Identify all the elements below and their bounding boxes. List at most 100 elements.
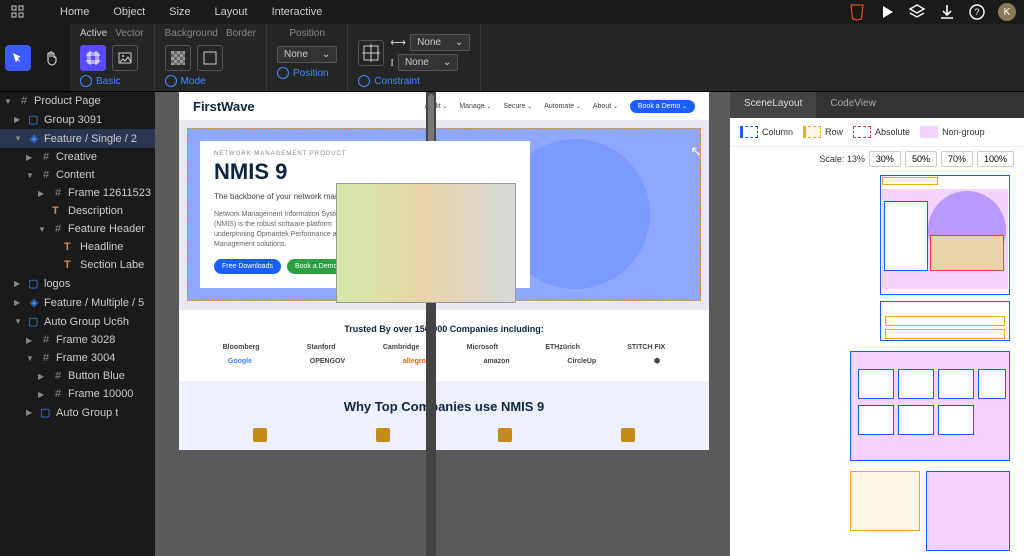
layer-row[interactable]: ▶▢Group 3091 xyxy=(0,110,155,129)
why-feature-icon xyxy=(498,428,512,442)
scale-70[interactable]: 70% xyxy=(941,151,973,167)
toolbar-foot-position: Position xyxy=(293,68,329,79)
app-logo-icon[interactable] xyxy=(8,2,28,22)
play-icon[interactable] xyxy=(878,3,896,21)
tab-scenelayout[interactable]: SceneLayout xyxy=(730,92,816,118)
company-logo: allegro xyxy=(403,358,426,365)
minimap[interactable] xyxy=(730,171,1024,556)
why-feature-icon xyxy=(621,428,635,442)
layer-row[interactable]: ▶#Frame 3028 xyxy=(0,331,155,349)
menu-interactive[interactable]: Interactive xyxy=(260,2,335,22)
hero-section[interactable]: NETWORK MANAGEMENT PRODUCT NMIS 9 The ba… xyxy=(187,128,701,301)
toolbar-foot-mode: Mode xyxy=(181,76,206,87)
layer-row[interactable]: THeadline xyxy=(0,238,155,256)
company-logo: CircleUp xyxy=(567,358,596,365)
nav-automate[interactable]: Automate xyxy=(544,103,581,110)
nav-about[interactable]: About xyxy=(593,103,618,110)
help-icon[interactable]: ? xyxy=(968,3,986,21)
toolbar-head-border[interactable]: Border xyxy=(226,28,256,41)
layer-row[interactable]: TDescription xyxy=(0,202,155,220)
layer-row[interactable]: ▼#Content xyxy=(0,166,155,184)
canvas[interactable]: FirstWave Audit Manage Secure Automate A… xyxy=(155,92,730,556)
hero-download-button[interactable]: Free Downloads xyxy=(214,259,281,274)
download-icon[interactable] xyxy=(938,3,956,21)
why-feature-icon xyxy=(253,428,267,442)
text-icon: I xyxy=(390,57,394,69)
constraint-grid-icon[interactable] xyxy=(358,40,384,66)
company-logo: ⬢ xyxy=(654,357,660,365)
page-header: FirstWave Audit Manage Secure Automate A… xyxy=(179,92,709,120)
fill-solid-icon[interactable] xyxy=(165,45,191,71)
scale-label: Scale: 13% xyxy=(819,154,865,164)
menubar: Home Object Size Layout Interactive ? K xyxy=(0,0,1024,24)
scale-30[interactable]: 30% xyxy=(869,151,901,167)
menu-home[interactable]: Home xyxy=(48,2,101,22)
user-avatar[interactable]: K xyxy=(998,3,1016,21)
legend-nongroup-swatch xyxy=(920,126,938,138)
toolbar-head-background[interactable]: Background xyxy=(165,28,218,41)
why-title: Why Top Companies use NMIS 9 xyxy=(199,399,689,414)
toolbar-head-vector[interactable]: Vector xyxy=(115,28,143,41)
why-feature-icon xyxy=(376,428,390,442)
scale-50[interactable]: 50% xyxy=(905,151,937,167)
toolbar-head-active[interactable]: Active xyxy=(80,28,107,41)
layer-root[interactable]: ▼#Product Page xyxy=(0,92,155,110)
layer-row[interactable]: ▶◈Feature / Multiple / 5 xyxy=(0,293,155,312)
horiz-icon: ⟷ xyxy=(390,36,406,49)
position-dropdown[interactable]: None xyxy=(277,46,337,63)
menu-size[interactable]: Size xyxy=(157,2,202,22)
layer-row[interactable]: ▶#Frame 12611523 xyxy=(0,184,155,202)
layers-icon[interactable] xyxy=(908,3,926,21)
basic-foot-icon xyxy=(80,75,92,87)
company-logo: Cambridge xyxy=(383,344,420,351)
layer-row[interactable]: ▶▢logos xyxy=(0,274,155,293)
company-logo: Bloomberg xyxy=(223,344,260,351)
constraint-h-dropdown[interactable]: None xyxy=(410,34,470,51)
layer-row[interactable]: ▶#Frame 10000 xyxy=(0,385,155,403)
layer-row[interactable]: ▶#Creative xyxy=(0,148,155,166)
right-panel: SceneLayout CodeView Column Row Absolute… xyxy=(730,92,1024,556)
company-logo: STITCH FIX xyxy=(627,344,665,351)
company-logo: ETHzürich xyxy=(545,344,580,351)
toolbar: ActiveVector Basic BackgroundBorder Mode… xyxy=(0,24,1024,92)
company-logo: Google xyxy=(228,358,252,365)
cursor-icon: ↖ xyxy=(690,143,702,160)
image-icon[interactable] xyxy=(112,45,138,71)
hero-tag: NETWORK MANAGEMENT PRODUCT xyxy=(214,151,516,157)
menu-layout[interactable]: Layout xyxy=(203,2,260,22)
layer-row[interactable]: ▼◈Feature / Single / 2 xyxy=(0,129,155,148)
toolbar-head-position: Position xyxy=(289,28,325,42)
scale-100[interactable]: 100% xyxy=(977,151,1014,167)
layer-row[interactable]: ▼▢Auto Group Uc6h xyxy=(0,312,155,331)
select-tool-icon[interactable] xyxy=(5,45,31,71)
nav-manage[interactable]: Manage xyxy=(459,103,491,110)
constraint-v-dropdown[interactable]: None xyxy=(398,54,458,71)
frame-icon[interactable] xyxy=(80,45,106,71)
layer-row[interactable]: ▶#Button Blue xyxy=(0,367,155,385)
legend-column-swatch xyxy=(740,126,758,138)
position-foot-icon xyxy=(277,67,289,79)
nav-secure[interactable]: Secure xyxy=(503,103,532,110)
hero-screenshot xyxy=(336,183,516,303)
legend-absolute-swatch xyxy=(853,126,871,138)
hero-title: NMIS 9 xyxy=(214,159,516,185)
page-logo: FirstWave xyxy=(193,99,255,114)
company-logo: amazon xyxy=(484,358,510,365)
company-logo: Stanford xyxy=(307,344,336,351)
layer-row[interactable]: ▼#Feature Header xyxy=(0,220,155,238)
layer-row[interactable]: ▼#Frame 3004 xyxy=(0,349,155,367)
layer-row[interactable]: TSection Labe xyxy=(0,256,155,274)
nav-cta-button[interactable]: Book a Demo xyxy=(630,100,695,113)
tab-codeview[interactable]: CodeView xyxy=(816,92,889,118)
menu-object[interactable]: Object xyxy=(101,2,157,22)
html5-icon[interactable] xyxy=(848,3,866,21)
mode-foot-icon xyxy=(165,75,177,87)
hand-tool-icon[interactable] xyxy=(39,45,65,71)
legend-row-swatch xyxy=(803,126,821,138)
company-logo: Microsoft xyxy=(467,344,499,351)
fill-none-icon[interactable] xyxy=(197,45,223,71)
layer-row[interactable]: ▶▢Auto Group t xyxy=(0,403,155,422)
company-logo: OPENGOV xyxy=(310,358,345,365)
why-section: Why Top Companies use NMIS 9 xyxy=(179,381,709,450)
svg-text:?: ? xyxy=(974,7,979,17)
